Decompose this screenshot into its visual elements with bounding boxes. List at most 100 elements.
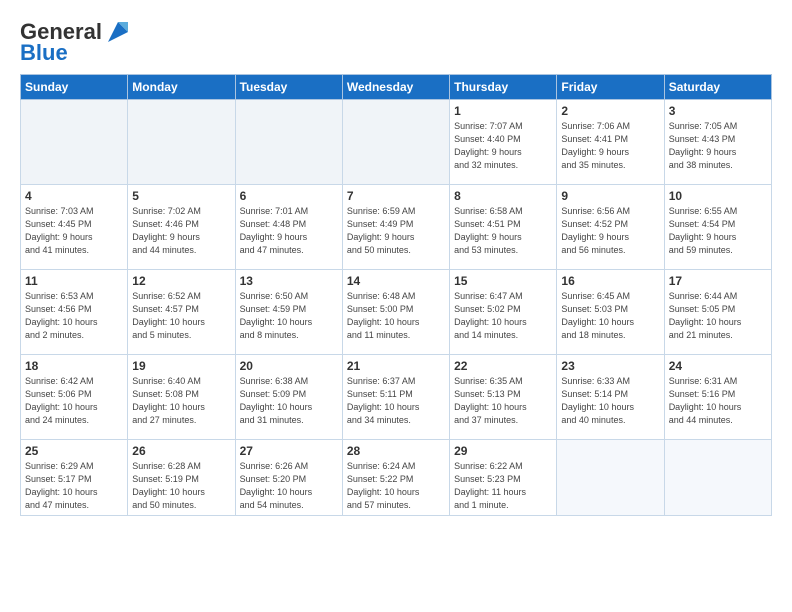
- header-cell-monday: Monday: [128, 75, 235, 100]
- calendar-cell: 14 Sunrise: 6:48 AM Sunset: 5:00 PM Dayli…: [342, 270, 449, 355]
- day-number: 21: [347, 359, 445, 373]
- day-number: 27: [240, 444, 338, 458]
- day-number: 11: [25, 274, 123, 288]
- day-info: Sunrise: 6:33 AM Sunset: 5:14 PM Dayligh…: [561, 375, 659, 427]
- calendar-week-2: 4 Sunrise: 7:03 AM Sunset: 4:45 PM Daylig…: [21, 185, 772, 270]
- logo-text-blue: Blue: [20, 42, 68, 64]
- day-info: Sunrise: 6:48 AM Sunset: 5:00 PM Dayligh…: [347, 290, 445, 342]
- calendar-cell: [664, 440, 771, 516]
- header-cell-tuesday: Tuesday: [235, 75, 342, 100]
- calendar-week-5: 25 Sunrise: 6:29 AM Sunset: 5:17 PM Dayli…: [21, 440, 772, 516]
- day-info: Sunrise: 7:06 AM Sunset: 4:41 PM Dayligh…: [561, 120, 659, 172]
- calendar-week-3: 11 Sunrise: 6:53 AM Sunset: 4:56 PM Dayli…: [21, 270, 772, 355]
- day-info: Sunrise: 7:05 AM Sunset: 4:43 PM Dayligh…: [669, 120, 767, 172]
- calendar-cell: [128, 100, 235, 185]
- calendar-cell: 17 Sunrise: 6:44 AM Sunset: 5:05 PM Dayli…: [664, 270, 771, 355]
- day-number: 26: [132, 444, 230, 458]
- calendar-table: SundayMondayTuesdayWednesdayThursdayFrid…: [20, 74, 772, 516]
- day-info: Sunrise: 6:56 AM Sunset: 4:52 PM Dayligh…: [561, 205, 659, 257]
- day-info: Sunrise: 6:58 AM Sunset: 4:51 PM Dayligh…: [454, 205, 552, 257]
- calendar-cell: 21Sunrise: 6:37 AM Sunset: 5:11 PM Dayli…: [342, 355, 449, 440]
- calendar-cell: 23 Sunrise: 6:33 AM Sunset: 5:14 PM Dayli…: [557, 355, 664, 440]
- calendar-cell: 16Sunrise: 6:45 AM Sunset: 5:03 PM Dayli…: [557, 270, 664, 355]
- calendar-cell: 8 Sunrise: 6:58 AM Sunset: 4:51 PM Daylig…: [450, 185, 557, 270]
- day-info: Sunrise: 7:07 AM Sunset: 4:40 PM Dayligh…: [454, 120, 552, 172]
- calendar-cell: 6Sunrise: 7:01 AM Sunset: 4:48 PM Daylig…: [235, 185, 342, 270]
- header: General Blue: [20, 18, 772, 64]
- day-number: 6: [240, 189, 338, 203]
- day-info: Sunrise: 7:02 AM Sunset: 4:46 PM Dayligh…: [132, 205, 230, 257]
- day-info: Sunrise: 6:22 AM Sunset: 5:23 PM Dayligh…: [454, 460, 552, 512]
- day-info: Sunrise: 7:03 AM Sunset: 4:45 PM Dayligh…: [25, 205, 123, 257]
- day-info: Sunrise: 6:45 AM Sunset: 5:03 PM Dayligh…: [561, 290, 659, 342]
- day-info: Sunrise: 6:24 AM Sunset: 5:22 PM Dayligh…: [347, 460, 445, 512]
- calendar-cell: 29 Sunrise: 6:22 AM Sunset: 5:23 PM Dayli…: [450, 440, 557, 516]
- day-number: 7: [347, 189, 445, 203]
- day-number: 10: [669, 189, 767, 203]
- day-info: Sunrise: 6:52 AM Sunset: 4:57 PM Dayligh…: [132, 290, 230, 342]
- calendar-cell: 24 Sunrise: 6:31 AM Sunset: 5:16 PM Dayli…: [664, 355, 771, 440]
- day-number: 13: [240, 274, 338, 288]
- day-number: 29: [454, 444, 552, 458]
- day-number: 25: [25, 444, 123, 458]
- calendar-cell: 27 Sunrise: 6:26 AM Sunset: 5:20 PM Dayli…: [235, 440, 342, 516]
- day-number: 22: [454, 359, 552, 373]
- calendar-cell: 19 Sunrise: 6:40 AM Sunset: 5:08 PM Dayli…: [128, 355, 235, 440]
- day-number: 24: [669, 359, 767, 373]
- day-number: 14: [347, 274, 445, 288]
- day-number: 20: [240, 359, 338, 373]
- day-info: Sunrise: 6:31 AM Sunset: 5:16 PM Dayligh…: [669, 375, 767, 427]
- day-number: 5: [132, 189, 230, 203]
- page: General Blue SundayMondayTuesdayWednesda…: [0, 0, 792, 526]
- calendar-cell: 10 Sunrise: 6:55 AM Sunset: 4:54 PM Dayli…: [664, 185, 771, 270]
- logo: General Blue: [20, 18, 132, 64]
- day-info: Sunrise: 6:35 AM Sunset: 5:13 PM Dayligh…: [454, 375, 552, 427]
- calendar-cell: 12Sunrise: 6:52 AM Sunset: 4:57 PM Dayli…: [128, 270, 235, 355]
- day-info: Sunrise: 6:29 AM Sunset: 5:17 PM Dayligh…: [25, 460, 123, 512]
- day-number: 8: [454, 189, 552, 203]
- day-info: Sunrise: 6:26 AM Sunset: 5:20 PM Dayligh…: [240, 460, 338, 512]
- day-number: 2: [561, 104, 659, 118]
- day-number: 15: [454, 274, 552, 288]
- header-cell-sunday: Sunday: [21, 75, 128, 100]
- day-info: Sunrise: 6:28 AM Sunset: 5:19 PM Dayligh…: [132, 460, 230, 512]
- calendar-cell: 25 Sunrise: 6:29 AM Sunset: 5:17 PM Dayli…: [21, 440, 128, 516]
- header-cell-saturday: Saturday: [664, 75, 771, 100]
- calendar-cell: [342, 100, 449, 185]
- calendar-cell: [557, 440, 664, 516]
- day-info: Sunrise: 6:40 AM Sunset: 5:08 PM Dayligh…: [132, 375, 230, 427]
- calendar-cell: 9 Sunrise: 6:56 AM Sunset: 4:52 PM Daylig…: [557, 185, 664, 270]
- day-info: Sunrise: 6:59 AM Sunset: 4:49 PM Dayligh…: [347, 205, 445, 257]
- calendar-cell: 20 Sunrise: 6:38 AM Sunset: 5:09 PM Dayli…: [235, 355, 342, 440]
- header-cell-friday: Friday: [557, 75, 664, 100]
- day-info: Sunrise: 6:50 AM Sunset: 4:59 PM Dayligh…: [240, 290, 338, 342]
- calendar-cell: 28Sunrise: 6:24 AM Sunset: 5:22 PM Dayli…: [342, 440, 449, 516]
- calendar-cell: 1 Sunrise: 7:07 AM Sunset: 4:40 PM Daylig…: [450, 100, 557, 185]
- day-number: 23: [561, 359, 659, 373]
- day-info: Sunrise: 6:42 AM Sunset: 5:06 PM Dayligh…: [25, 375, 123, 427]
- day-number: 19: [132, 359, 230, 373]
- day-number: 3: [669, 104, 767, 118]
- calendar-week-1: 1 Sunrise: 7:07 AM Sunset: 4:40 PM Daylig…: [21, 100, 772, 185]
- calendar-cell: 11 Sunrise: 6:53 AM Sunset: 4:56 PM Dayli…: [21, 270, 128, 355]
- header-cell-wednesday: Wednesday: [342, 75, 449, 100]
- calendar-cell: 3 Sunrise: 7:05 AM Sunset: 4:43 PM Daylig…: [664, 100, 771, 185]
- day-number: 18: [25, 359, 123, 373]
- day-number: 9: [561, 189, 659, 203]
- calendar-cell: 7 Sunrise: 6:59 AM Sunset: 4:49 PM Daylig…: [342, 185, 449, 270]
- day-number: 4: [25, 189, 123, 203]
- logo-icon: [104, 18, 132, 46]
- calendar-cell: 22 Sunrise: 6:35 AM Sunset: 5:13 PM Dayli…: [450, 355, 557, 440]
- calendar-cell: 5 Sunrise: 7:02 AM Sunset: 4:46 PM Daylig…: [128, 185, 235, 270]
- day-number: 1: [454, 104, 552, 118]
- day-info: Sunrise: 6:53 AM Sunset: 4:56 PM Dayligh…: [25, 290, 123, 342]
- day-info: Sunrise: 6:44 AM Sunset: 5:05 PM Dayligh…: [669, 290, 767, 342]
- calendar-cell: 26 Sunrise: 6:28 AM Sunset: 5:19 PM Dayli…: [128, 440, 235, 516]
- day-info: Sunrise: 6:38 AM Sunset: 5:09 PM Dayligh…: [240, 375, 338, 427]
- calendar-cell: 18 Sunrise: 6:42 AM Sunset: 5:06 PM Dayli…: [21, 355, 128, 440]
- calendar-week-4: 18 Sunrise: 6:42 AM Sunset: 5:06 PM Dayli…: [21, 355, 772, 440]
- day-info: Sunrise: 6:55 AM Sunset: 4:54 PM Dayligh…: [669, 205, 767, 257]
- day-info: Sunrise: 6:47 AM Sunset: 5:02 PM Dayligh…: [454, 290, 552, 342]
- day-number: 17: [669, 274, 767, 288]
- header-cell-thursday: Thursday: [450, 75, 557, 100]
